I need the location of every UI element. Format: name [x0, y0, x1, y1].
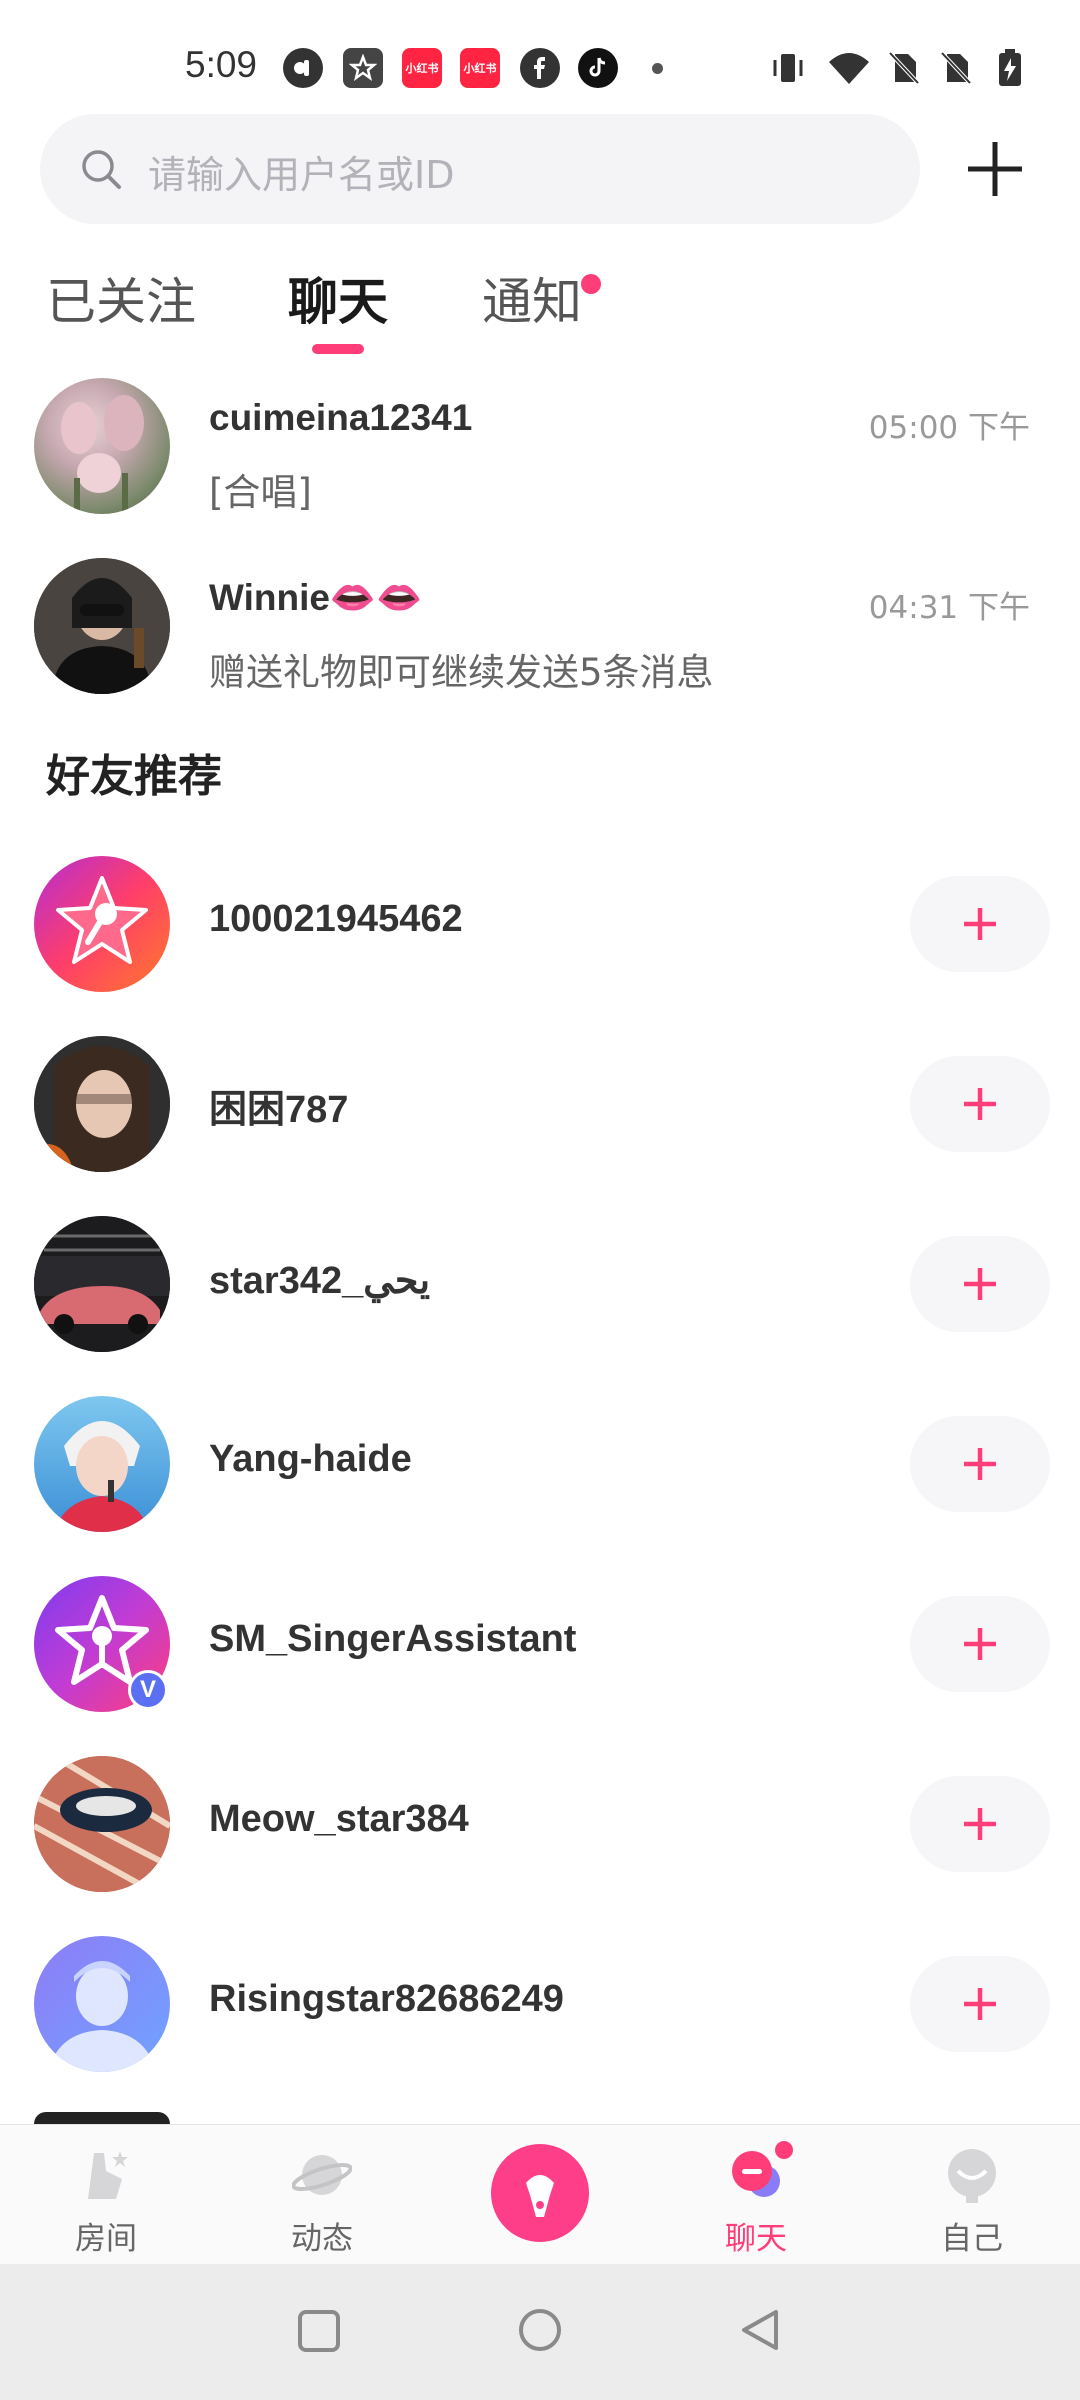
plus-icon	[964, 908, 996, 940]
nav-label: 聊天	[725, 2221, 787, 2257]
microphone-icon	[526, 2175, 554, 2217]
nav-label: 自己	[941, 2221, 1003, 2257]
battery-charging-icon	[990, 48, 1030, 88]
nav-feed[interactable]: 动态	[252, 2125, 392, 2265]
follow-button[interactable]	[910, 1776, 1050, 1872]
avatar[interactable]: V	[34, 1576, 170, 1712]
chat-badge	[772, 2138, 796, 2162]
notification-dot	[581, 274, 601, 294]
follow-button[interactable]	[910, 1956, 1050, 2052]
chat-time: 04:31 下午	[868, 590, 1030, 626]
tab-notifications[interactable]: 通知	[482, 262, 582, 334]
avatar[interactable]	[34, 1036, 170, 1172]
avatar[interactable]	[34, 378, 170, 514]
avatar[interactable]	[34, 1756, 170, 1892]
nav-label: 动态	[291, 2221, 353, 2257]
chat-name: Winnie👄👄	[209, 577, 423, 618]
no-sim-icon	[936, 48, 976, 88]
recent-apps-icon[interactable]	[296, 2308, 342, 2354]
verified-badge-icon: V	[128, 1670, 168, 1710]
facebook-icon	[520, 48, 560, 88]
vibrate-icon	[768, 48, 808, 88]
more-notifications-dot	[652, 63, 663, 74]
avatar[interactable]	[34, 1936, 170, 2072]
no-sim-icon	[884, 48, 924, 88]
xiaohongshu-icon: 小红书	[402, 48, 442, 88]
follow-button[interactable]	[910, 1236, 1050, 1332]
room-icon	[88, 2151, 128, 2199]
tab-following[interactable]: 已关注	[46, 262, 196, 334]
sing-button[interactable]	[491, 2144, 589, 2242]
user-name: Meow_star384	[209, 1798, 469, 1840]
plus-icon	[964, 1448, 996, 1480]
xiaohongshu-icon: 小红书	[460, 48, 500, 88]
chat-name: cuimeina12341	[209, 397, 473, 438]
follow-button[interactable]	[910, 1056, 1050, 1152]
active-tab-indicator	[312, 344, 364, 354]
add-button[interactable]	[962, 136, 1028, 202]
back-icon[interactable]	[736, 2306, 784, 2354]
plus-icon	[964, 1268, 996, 1300]
follow-button[interactable]	[910, 1416, 1050, 1512]
follow-button[interactable]	[910, 876, 1050, 972]
tiktok-alt-icon	[283, 48, 323, 88]
planet-icon	[292, 2155, 352, 2195]
user-name: SM_SingerAssistant	[209, 1618, 577, 1660]
tiktok-icon	[578, 48, 618, 88]
user-name: 困困787	[209, 1089, 349, 1131]
system-navigation-bar	[0, 2264, 1080, 2400]
star-badge-icon	[343, 48, 383, 88]
plus-icon	[964, 1088, 996, 1120]
search-icon	[82, 150, 121, 189]
avatar[interactable]	[34, 856, 170, 992]
chat-time: 05:00 下午	[868, 410, 1030, 446]
user-name: star342_يحي	[209, 1260, 431, 1302]
plus-icon	[964, 1628, 996, 1660]
nav-label: 房间	[75, 2221, 137, 2257]
user-name: 100021945462	[209, 898, 463, 940]
user-name: Yang-haide	[209, 1438, 412, 1480]
tab-chat[interactable]: 聊天	[288, 262, 388, 334]
profile-icon	[948, 2149, 996, 2203]
avatar[interactable]	[34, 1216, 170, 1352]
avatar[interactable]	[34, 558, 170, 694]
plus-icon	[964, 1988, 996, 2020]
status-time: 5:09	[185, 44, 258, 85]
plus-icon	[964, 1808, 996, 1840]
chat-message-preview: [合唱]	[209, 471, 312, 514]
search-box[interactable]: 请输入用户名或ID	[40, 114, 920, 224]
follow-button[interactable]	[910, 1596, 1050, 1692]
home-icon[interactable]	[516, 2306, 564, 2354]
section-title-recommend: 好友推荐	[46, 751, 222, 802]
wifi-icon	[826, 48, 872, 88]
search-input[interactable]: 请输入用户名或ID	[148, 144, 454, 199]
nav-rooms[interactable]: 房间	[36, 2125, 176, 2265]
avatar[interactable]	[34, 2112, 170, 2124]
avatar[interactable]	[34, 1396, 170, 1532]
user-name: Risingstar82686249	[209, 1978, 564, 2020]
nav-chat[interactable]: 聊天	[686, 2125, 826, 2265]
chat-message-preview: 赠送礼物即可继续发送5条消息	[209, 651, 714, 694]
nav-profile[interactable]: 自己	[902, 2125, 1042, 2265]
